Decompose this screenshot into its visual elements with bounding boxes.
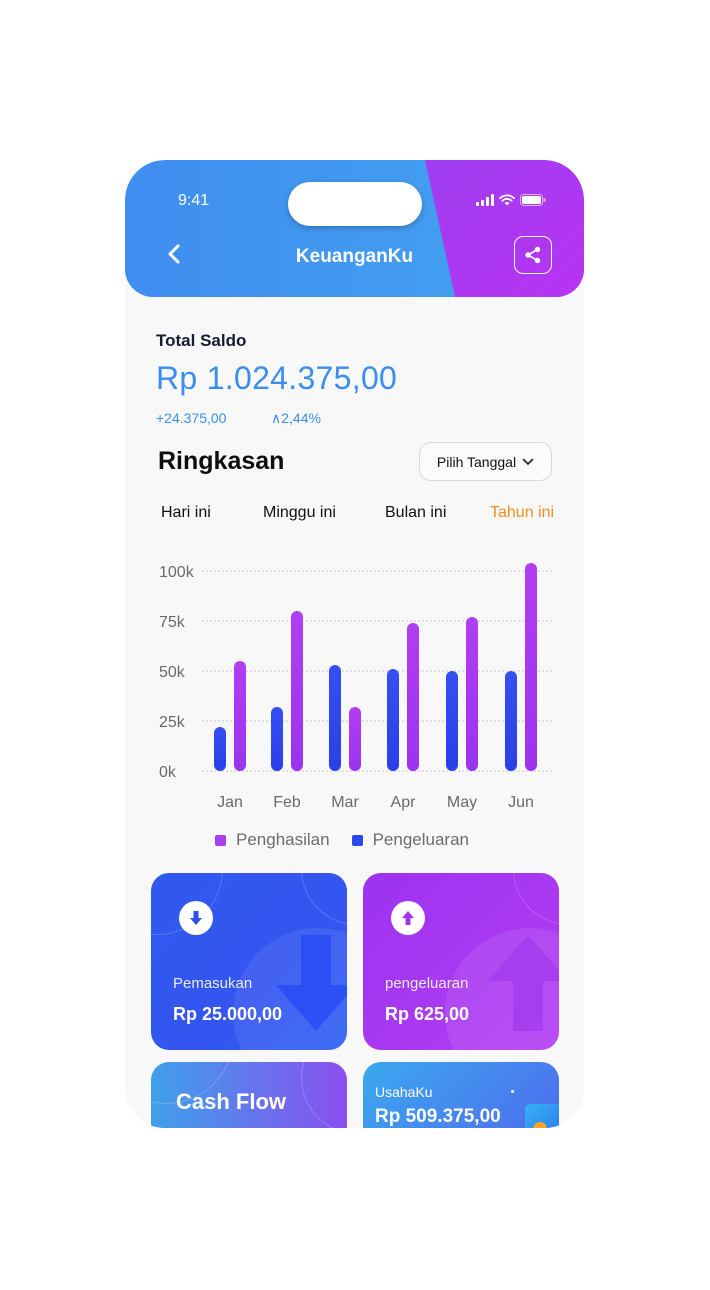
bar-pengeluaran (387, 669, 399, 771)
status-time: 9:41 (178, 192, 210, 209)
y-tick-label: 50k (159, 664, 186, 681)
coin-icon (533, 1122, 547, 1128)
bar-penghasilan (234, 661, 246, 771)
bar-penghasilan (525, 563, 537, 771)
saldo-percent: ∧2,44% (271, 410, 321, 426)
x-tick-label: Jun (508, 794, 534, 811)
usaha-amount: Rp 509.375,00 (375, 1106, 501, 1127)
cashflow-card[interactable]: Cash Flow (151, 1062, 347, 1128)
chevron-down-icon (522, 458, 534, 465)
expense-amount: Rp 625,00 (385, 1004, 470, 1024)
card-decoration (301, 1062, 347, 1128)
bar-pengeluaran (446, 671, 458, 771)
income-label: Pemasukan (173, 975, 253, 992)
income-card[interactable]: Pemasukan Rp 25.000,00 (151, 873, 347, 1050)
total-saldo-label: Total Saldo (156, 331, 247, 350)
chart-legend: Penghasilan Pengeluaran (215, 830, 469, 850)
usaha-label: UsahaKu (375, 1084, 433, 1100)
date-picker-button[interactable]: Pilih Tanggal (419, 442, 552, 481)
status-icons (476, 194, 546, 206)
x-tick-label: Mar (331, 794, 359, 811)
bar-penghasilan (407, 623, 419, 771)
y-tick-label: 25k (159, 714, 186, 731)
y-tick-label: 100k (159, 564, 195, 581)
saldo-change: +24.375,00 (156, 410, 227, 426)
legend-item-pengeluaran: Pengeluaran (351, 830, 469, 850)
bar-pengeluaran (214, 727, 226, 771)
sparkle-dot (511, 1090, 514, 1093)
battery-icon (520, 194, 546, 206)
bar-penghasilan (291, 611, 303, 771)
summary-bar-chart: 0k 25k 50k 75k 100k Jan Feb Mar Apr May Jun (159, 563, 552, 811)
expense-card[interactable]: pengeluaran Rp 625,00 (363, 873, 559, 1050)
x-tick-label: Feb (273, 794, 301, 811)
summary-title: Ringkasan (158, 447, 285, 475)
legend-label-penghasilan: Penghasilan (236, 830, 330, 849)
period-tabs: Hari ini Minggu ini Bulan ini Tahun ini (125, 504, 584, 526)
legend-label-pengeluaran: Pengeluaran (372, 830, 469, 849)
arrow-down-icon (179, 901, 213, 935)
y-tick-label: 75k (159, 614, 186, 631)
share-icon (525, 246, 541, 264)
legend-item-penghasilan: Penghasilan (215, 830, 330, 850)
tab-bulan-ini[interactable]: Bulan ini (385, 504, 446, 522)
card-decoration (513, 873, 559, 925)
arrow-down-watermark-icon (276, 935, 347, 1031)
share-button[interactable] (514, 236, 552, 274)
arrow-up-icon (391, 901, 425, 935)
app-header: 9:41 KeuanganKu (125, 160, 584, 297)
wifi-icon (499, 194, 515, 206)
dynamic-island (288, 182, 422, 226)
expense-label: pengeluaran (385, 975, 469, 992)
tab-tahun-ini[interactable]: Tahun ini (490, 504, 554, 522)
usaha-illustration (525, 1104, 559, 1128)
signal-icon (476, 194, 494, 206)
usaha-card[interactable]: UsahaKu Rp 509.375,00 (363, 1062, 559, 1128)
x-tick-label: May (447, 794, 477, 811)
cashflow-title: Cash Flow (176, 1089, 287, 1114)
income-amount: Rp 25.000,00 (173, 1004, 283, 1024)
tab-hari-ini[interactable]: Hari ini (161, 504, 211, 522)
x-tick-label: Apr (391, 794, 417, 811)
tab-minggu-ini[interactable]: Minggu ini (263, 504, 336, 522)
bar-pengeluaran (329, 665, 341, 771)
arrow-up-watermark-icon (488, 935, 559, 1031)
total-saldo-amount: Rp 1.024.375,00 (156, 360, 398, 396)
legend-swatch-penghasilan (215, 834, 226, 846)
card-decoration (301, 873, 347, 925)
date-picker-label: Pilih Tanggal (436, 453, 517, 470)
bar-pengeluaran (505, 671, 517, 771)
y-tick-label: 0k (159, 764, 177, 781)
x-tick-label: Jan (217, 794, 243, 811)
bar-penghasilan (466, 617, 478, 771)
bar-penghasilan (349, 707, 361, 771)
legend-swatch-pengeluaran (351, 834, 363, 846)
bar-pengeluaran (271, 707, 283, 771)
header-accent (425, 160, 584, 297)
phone-screen: 9:41 KeuanganKu Total Saldo Rp 1.024.375… (125, 160, 584, 1128)
